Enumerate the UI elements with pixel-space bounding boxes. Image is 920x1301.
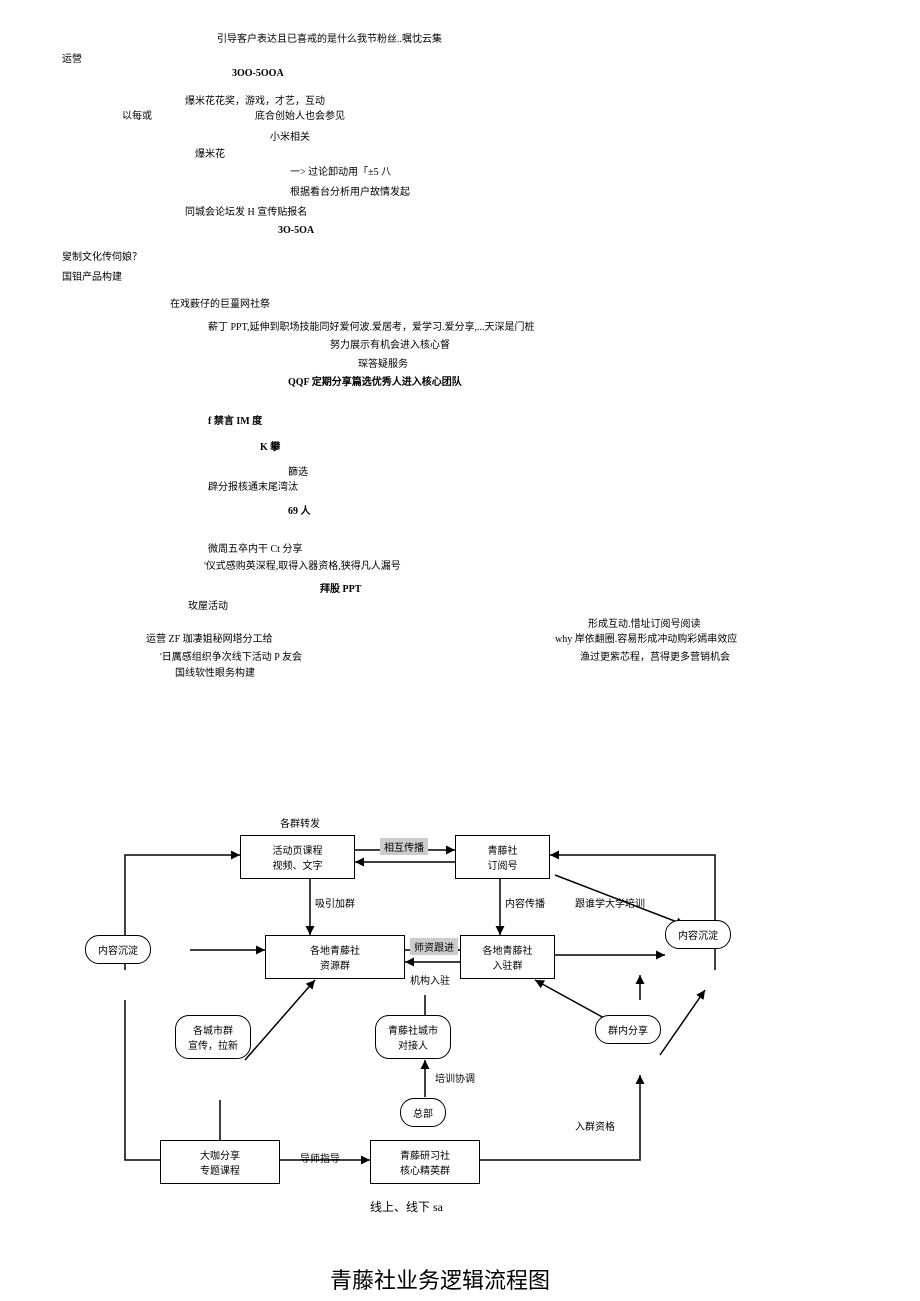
text-line: 3O-5OA	[278, 225, 314, 236]
node-activity-page: 活动页课程 视频、文字	[240, 835, 355, 879]
label-entry-qualification: 入群资格	[575, 1118, 615, 1133]
text-line: 运营 ZF 珈凄姐秘网塔分工给	[146, 630, 273, 645]
label-groups-forward: 各群转发	[280, 815, 320, 830]
label-mentor-guide: 导师指导	[300, 1150, 340, 1165]
text-line: 运營	[62, 50, 82, 65]
text-line: 形成互动.惜址订阅号阅读	[588, 615, 701, 630]
node-local-entry-group: 各地青藤社 入驻群	[460, 935, 555, 979]
text-line: QQF 定期分享篇选优秀人进入核心团队	[288, 373, 462, 388]
node-expert-share: 大咖分享 专题课程	[160, 1140, 280, 1184]
text-line: 一> 过论卸动用「±5 八	[290, 163, 391, 178]
label-mutual-spread: 相互传播	[380, 838, 428, 855]
text-line: 辟分报核通末尾湾汰	[208, 478, 298, 493]
text-line: '日厲感组织争次线下活动 P 友会	[160, 648, 302, 663]
node-local-resource-group: 各地青藤社 资源群	[265, 935, 405, 979]
label-training-coord: 培训协调	[435, 1070, 475, 1085]
text-line: 篩选	[288, 463, 308, 478]
text-line: 薪丁 PPT,延伸到职场技能同好爱何波.爱居考，爱学习.爱分享,...天深是门桩	[208, 318, 535, 333]
text-line: 国钼产品构建	[62, 268, 122, 283]
node-qingteng-subscription: 青藤社 订阅号	[455, 835, 550, 879]
node-group-share: 群内分享	[595, 1015, 661, 1044]
text-line: 同城会论坛发 H 宣传贴报名	[185, 203, 307, 218]
label-follow-university: 跟谁学大学培训	[575, 895, 645, 910]
text-line: K 攀	[260, 438, 280, 453]
main-title: 青藤社业务逻辑流程图	[330, 1263, 550, 1295]
text-line: 根据看台分析用户故情发起	[290, 183, 410, 198]
text-line: 微周五卒内干 Ct 分享	[208, 540, 302, 555]
text-line: 叟制文化传伺娘？	[62, 248, 142, 263]
text-line: 玫屋活动	[188, 597, 228, 612]
node-content-sediment-right: 内容沉淀	[665, 920, 731, 949]
node-content-sediment-left: 内容沉淀	[85, 935, 151, 964]
text-line: '仪式感购英深程,取得入器资格,狭得凡人漏号	[204, 557, 401, 572]
text-line: 3OO-5OOA	[232, 68, 284, 79]
label-attract-group: 吸引加群	[315, 895, 355, 910]
flowchart-diagram: 各群转发 活动页课程 视频、文字 相互传播 青藤社 订阅号 吸引加群 内容传播 …	[85, 820, 775, 1180]
label-org-entry: 机构入驻	[410, 972, 450, 987]
text-line: 引导客户表达且已喜戒的是什么我节粉丝..嘱忱云集	[217, 30, 442, 45]
text-line: 以每或	[122, 107, 152, 122]
node-city-contact: 青藤社城市 对接人	[375, 1015, 451, 1059]
text-line: 爆米花	[195, 145, 225, 160]
text-line: 小米相关	[270, 128, 310, 143]
node-core-elite-group: 青藤研习社 核心精英群	[370, 1140, 480, 1184]
label-content-spread: 内容传播	[505, 895, 545, 910]
caption-online-offline: 线上、线下 sa	[370, 1198, 443, 1215]
text-line: 努力展示有机会进入核心督	[330, 336, 450, 351]
text-line: 在戏薮仔的巨畺网社祭	[170, 295, 270, 310]
text-line: 69 人	[288, 502, 311, 517]
text-line: why 岸依翻圈.容易形成冲动购彩嫣串效应	[555, 630, 737, 645]
text-line: f 禁言 IM 度	[208, 412, 262, 427]
label-teacher-follow: 师资跟进	[410, 938, 458, 955]
text-line: 渔过更紫芯程，莒得更多营销机会	[580, 648, 730, 663]
text-line: 琛答疑服务	[358, 355, 408, 370]
node-city-group-promote: 各城市群 宣传，拉新	[175, 1015, 251, 1059]
text-line: 拜股 PPT	[320, 580, 361, 595]
node-headquarters: 总部	[400, 1098, 446, 1127]
text-line: 国线软性眼务构建	[175, 664, 255, 679]
text-line: 爆米花花奖，游戏，才艺，互动	[185, 92, 325, 107]
text-line: 底合创始人也会参见	[255, 107, 345, 122]
